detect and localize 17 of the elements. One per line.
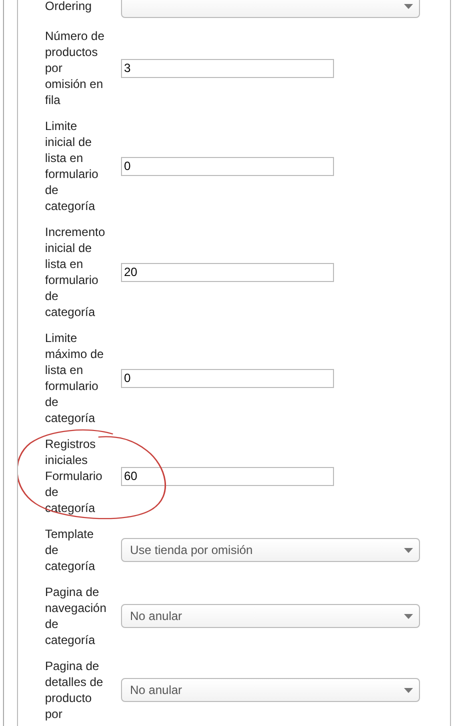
input-field[interactable]: 0 [121,368,334,388]
dropdown[interactable]: No anular [121,678,420,702]
field-label: Ordering [45,0,93,14]
field-label: Registros iniciales Formulario de categoría [45,436,104,516]
field-label: Incremento inicial de lista en formulario de categoría [45,224,106,320]
field-label: Limite máximo de lista en formulario de categoría [45,330,105,426]
input-field[interactable]: 3 [121,58,334,78]
field-label: Template de categoría [45,526,96,574]
field-label: Limite inicial de lista en formulario de categoría [45,118,100,214]
dropdown[interactable]: No anular [121,604,420,628]
input-field[interactable]: 20 [121,262,334,282]
field-label: Número de productos por omisión en fila [45,28,106,108]
dropdown[interactable]: Use tienda por omisión [121,538,420,562]
input-field[interactable]: 60 [121,466,334,486]
field-label: Pagina de navegación de categoría [45,584,106,648]
field-label: Pagina de detalles de producto por [45,658,104,722]
input-field[interactable]: 0 [121,156,334,176]
